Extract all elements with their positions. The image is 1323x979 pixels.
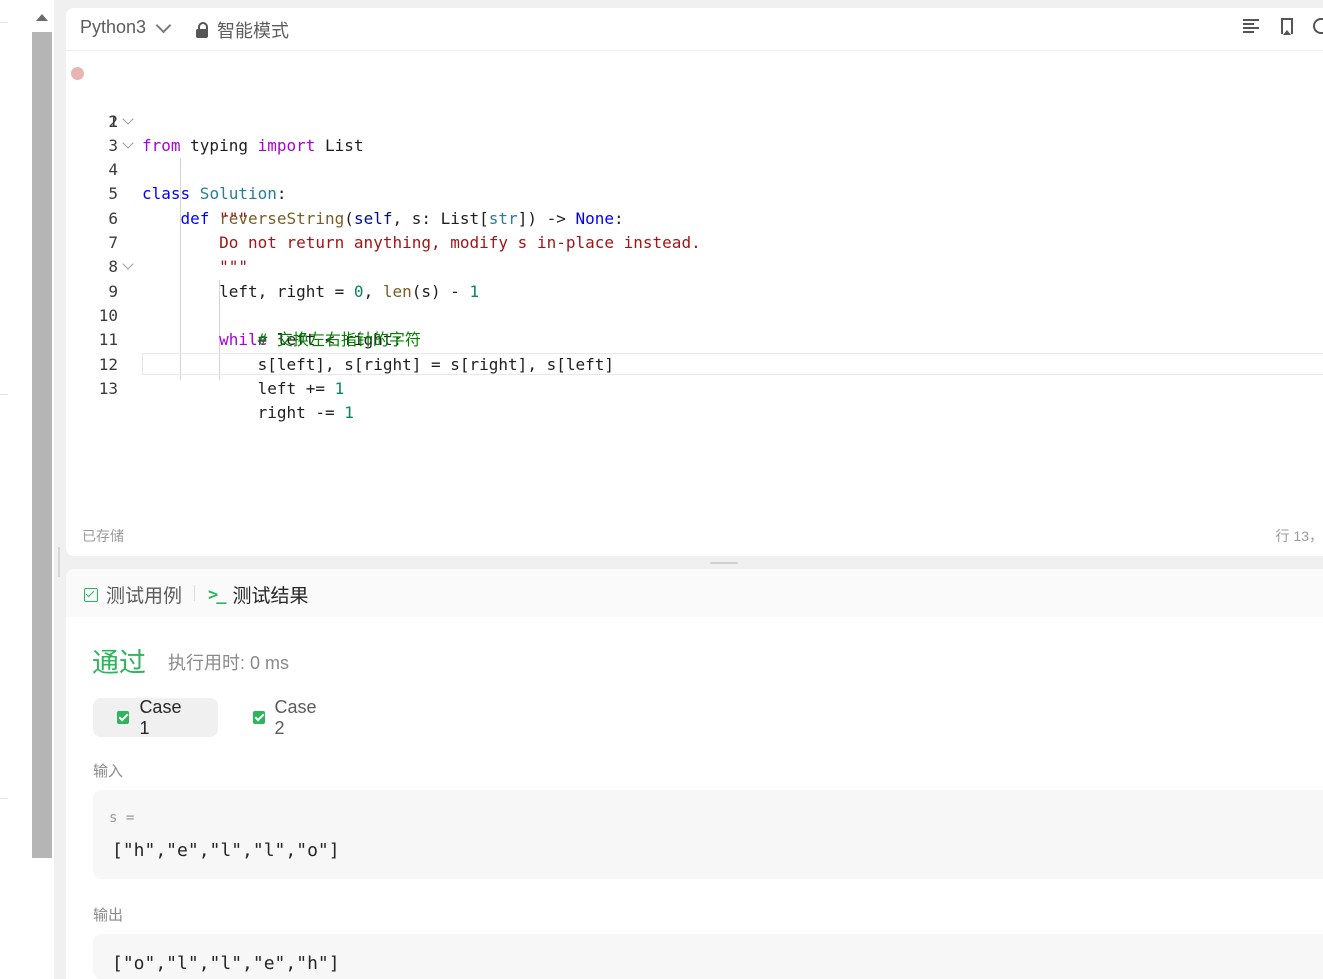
fold-chevron-icon[interactable] — [122, 258, 134, 271]
scroll-up-icon[interactable] — [36, 14, 48, 21]
code-line: 13 right -= 1 — [66, 353, 1323, 422]
code-line: 10 # 交换左右指针的字符 — [66, 280, 1323, 349]
tab-label: 测试结果 — [232, 586, 309, 607]
code-line: 4 def reverseString(self, s: List[str]) … — [66, 134, 1323, 228]
divider — [0, 394, 8, 395]
input-box: s = ["h","e","l","l","o"] — [93, 790, 1323, 879]
cursor-position: 行 13， — [1275, 528, 1323, 544]
toolbar-actions — [1243, 18, 1323, 35]
horizontal-resize-handle[interactable] — [710, 562, 738, 564]
check-icon — [117, 711, 130, 724]
output-value: ["o","l","l","e","h"] — [112, 953, 340, 974]
reset-icon[interactable] — [1313, 18, 1323, 34]
input-value: ["h","e","l","l","o"] — [112, 840, 340, 861]
format-icon[interactable] — [1243, 18, 1261, 34]
fold-chevron-icon[interactable] — [122, 137, 134, 149]
lock-icon — [195, 22, 209, 38]
fold-chevron-icon[interactable] — [122, 112, 134, 125]
code-line: 9 while left < right: — [66, 255, 1323, 349]
input-label: 输入 — [93, 763, 124, 780]
case-label: Case 2 — [274, 696, 317, 738]
input-variable-name: s = — [109, 810, 135, 826]
scroll-thumb[interactable] — [32, 32, 52, 858]
code-line: 6 Do not return anything, modify s in-pl… — [66, 182, 1323, 252]
code-line: 5 """ — [66, 158, 1323, 227]
tab-test-results[interactable]: >_ 测试结果 — [208, 581, 309, 608]
code-area[interactable]: 1 from typing import List 2 3 class Solu… — [66, 61, 1323, 422]
editor-toolbar: Python3 智能模式 — [66, 8, 1323, 51]
tab-test-cases[interactable]: 测试用例 — [84, 581, 182, 608]
output-box: ["o","l","l","e","h"] — [93, 934, 1323, 979]
smart-mode-toggle[interactable]: 智能模式 — [195, 17, 289, 43]
vertical-resize-handle[interactable] — [58, 547, 62, 577]
code-line: 11 s[left], s[right] = s[right], s[left] — [66, 304, 1323, 373]
bookmark-icon[interactable] — [1281, 18, 1293, 35]
line-number: 13 — [98, 378, 118, 398]
code-editor-panel: Python3 智能模式 1 from typing import List 2 — [66, 8, 1323, 556]
code-line: 3 class Solution: — [66, 110, 1323, 203]
result-tabs: 测试用例 >_ 测试结果 — [66, 569, 1323, 617]
panel-gap — [54, 0, 66, 979]
mode-label: 智能模式 — [217, 21, 289, 41]
code-line: 8 left, right = 0, len(s) - 1 — [66, 231, 1323, 300]
case-1-button[interactable]: Case 1 — [93, 696, 218, 738]
case-2-button[interactable]: Case 2 — [229, 696, 349, 738]
language-label: Python3 — [80, 17, 147, 37]
code-line: 12 left += 1 — [66, 328, 1323, 398]
output-label: 输出 — [93, 907, 124, 924]
chevron-down-icon — [155, 17, 172, 33]
code-line: 1 from typing import List — [66, 61, 1323, 155]
divider — [0, 22, 8, 23]
left-strip — [0, 0, 30, 979]
verdict-text: 通过 — [92, 648, 146, 678]
tab-label: 测试用例 — [106, 586, 183, 607]
code-line: 2 — [66, 85, 1323, 131]
divider — [0, 798, 8, 799]
terminal-icon: >_ — [208, 584, 227, 605]
code-line: 7 """ — [66, 207, 1323, 276]
language-selector[interactable]: Python3 — [80, 17, 172, 38]
case-label: Case 1 — [139, 696, 182, 738]
result-panel: 测试用例 >_ 测试结果 通过 执行用时: 0 ms Case 1 Case 2… — [66, 569, 1323, 979]
breakpoint-dot[interactable] — [71, 67, 84, 80]
check-icon — [253, 711, 265, 724]
checkbox-icon — [84, 587, 98, 602]
page-scrollbar[interactable] — [30, 0, 54, 979]
save-status: 已存储 — [82, 528, 124, 544]
runtime-text: 执行用时: 0 ms — [168, 653, 290, 673]
divider — [194, 585, 195, 601]
